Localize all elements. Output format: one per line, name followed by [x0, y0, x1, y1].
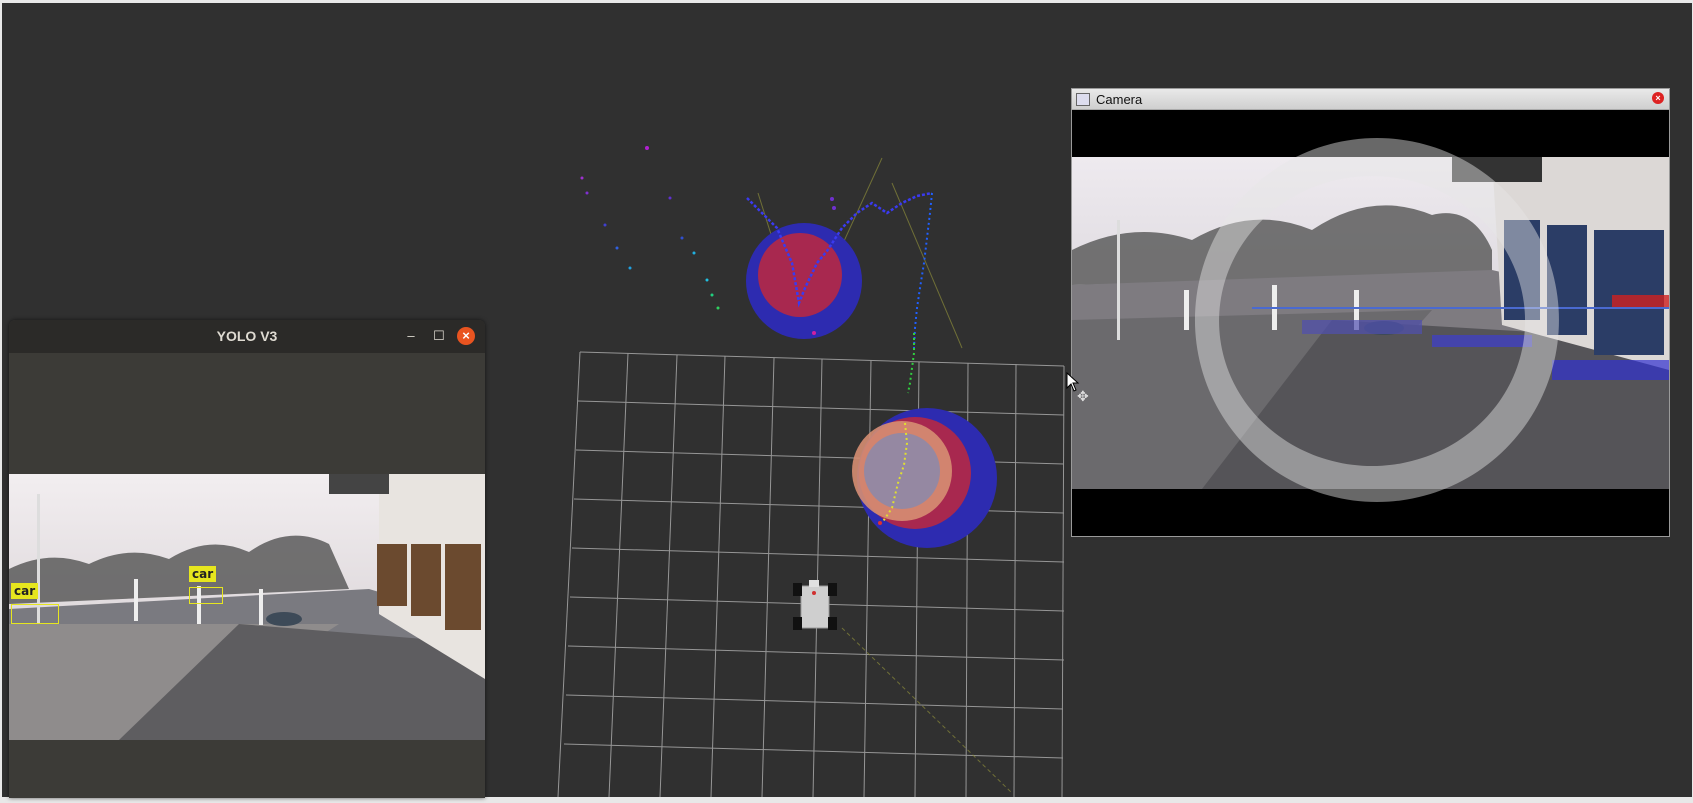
close-icon[interactable]: × — [1652, 92, 1664, 104]
detection-box-car-2 — [189, 587, 223, 604]
camera-image — [1072, 110, 1669, 536]
camera-titlebar[interactable]: Camera × — [1072, 89, 1669, 110]
yolo-titlebar[interactable]: YOLO V3 – ☐ × — [9, 320, 485, 353]
yolo-image-area: car car — [9, 353, 485, 798]
obstacle-marker-1 — [746, 223, 862, 339]
obstacle-marker-2 — [852, 408, 997, 548]
close-icon[interactable]: × — [457, 327, 475, 345]
detection-label-car-2: car — [189, 566, 217, 582]
ground-grid — [557, 351, 1065, 797]
detection-box-car-1 — [11, 604, 59, 624]
robot-model — [793, 580, 837, 630]
camera-window-title: Camera — [1096, 92, 1143, 107]
yolo-camera-image: car car — [9, 474, 485, 740]
camera-scene — [1072, 157, 1669, 489]
move-cursor-icon: ✥ — [1077, 388, 1089, 404]
detection-label-car-1: car — [11, 583, 39, 599]
yolo-window[interactable]: YOLO V3 – ☐ × car car — [9, 320, 485, 798]
maximize-icon[interactable]: ☐ — [430, 327, 448, 345]
app-icon — [1076, 93, 1090, 106]
camera-window[interactable]: Camera × — [1071, 88, 1670, 537]
minimize-icon[interactable]: – — [402, 327, 420, 345]
